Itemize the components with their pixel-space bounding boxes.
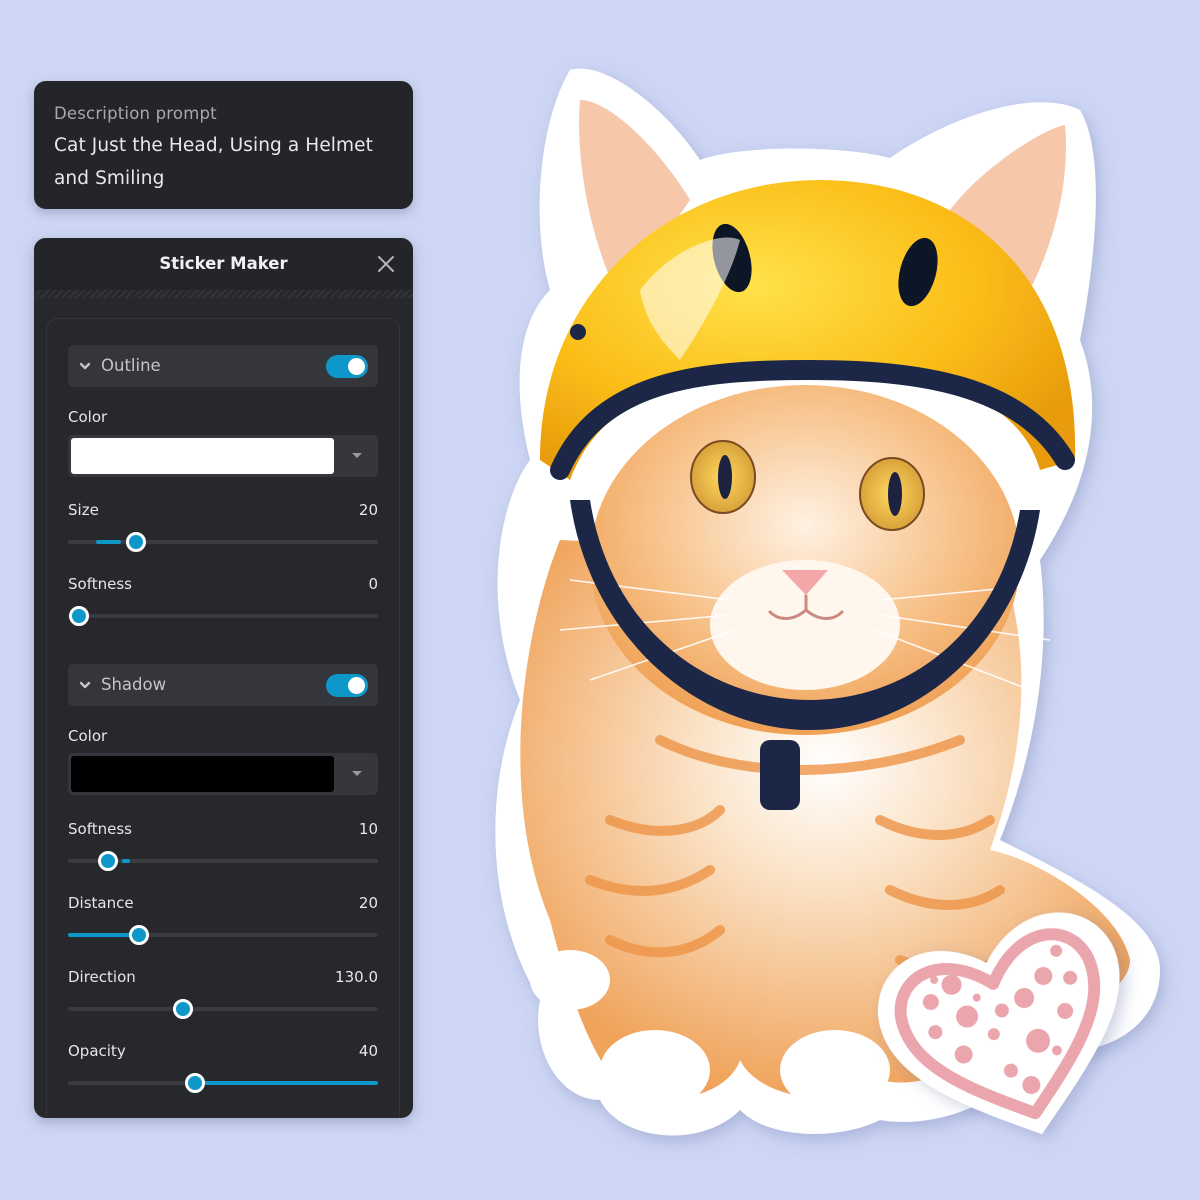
cat-right-paw	[780, 1030, 890, 1110]
outline-color-picker[interactable]	[68, 435, 378, 477]
close-icon	[378, 256, 394, 272]
slider-fill	[204, 1081, 378, 1085]
prompt-label: Description prompt	[54, 104, 217, 123]
slider-thumb[interactable]	[172, 999, 193, 1019]
outline-color-swatch	[71, 438, 334, 474]
shadow-direction-slider[interactable]	[68, 999, 378, 1019]
shadow-distance-label: Distance	[68, 894, 134, 912]
slider-fill	[68, 933, 134, 937]
shadow-opacity-label: Opacity	[68, 1042, 126, 1060]
outline-section-label: Outline	[101, 356, 161, 375]
shadow-toggle[interactable]	[326, 674, 368, 697]
helmet-rivet	[570, 324, 586, 340]
shadow-softness-value: 10	[358, 820, 378, 838]
shadow-color-swatch	[71, 756, 334, 792]
shadow-color-label: Color	[68, 727, 108, 745]
outline-toggle[interactable]	[326, 355, 368, 378]
sticker-preview[interactable]	[440, 40, 1200, 1160]
toggle-knob	[348, 358, 365, 375]
slider-thumb[interactable]	[68, 606, 89, 626]
toggle-knob	[348, 677, 365, 694]
shadow-section-header[interactable]: Shadow	[68, 664, 378, 706]
shadow-distance-slider[interactable]	[68, 925, 378, 945]
shadow-color-picker[interactable]	[68, 753, 378, 795]
slider-thumb[interactable]	[126, 532, 147, 552]
shadow-softness-label: Softness	[68, 820, 132, 838]
cat-side-paw	[530, 950, 610, 1010]
outline-section-header[interactable]: Outline	[68, 345, 378, 387]
shadow-opacity-slider[interactable]	[68, 1073, 378, 1093]
outline-size-value: 20	[358, 501, 378, 519]
sticker-maker-panel: Sticker Maker Outline Color Size 20 Soft…	[34, 238, 413, 1118]
shadow-softness-slider[interactable]	[68, 851, 378, 871]
cat-left-paw	[600, 1030, 710, 1110]
slider-thumb[interactable]	[185, 1073, 206, 1093]
outline-softness-label: Softness	[68, 575, 132, 593]
shadow-section-label: Shadow	[101, 675, 167, 694]
description-prompt-card: Description prompt Cat Just the Head, Us…	[34, 81, 413, 209]
slider-thumb[interactable]	[98, 851, 119, 871]
outline-size-slider[interactable]	[68, 532, 378, 552]
shadow-direction-label: Direction	[68, 968, 136, 986]
slider-thumb[interactable]	[129, 925, 150, 945]
caret-down-icon	[352, 771, 362, 776]
shadow-opacity-value: 40	[358, 1042, 378, 1060]
outline-softness-slider[interactable]	[68, 606, 378, 626]
slider-track	[68, 614, 378, 618]
outline-color-label: Color	[68, 408, 108, 426]
outline-softness-value: 0	[368, 575, 378, 593]
slider-fill	[122, 859, 130, 863]
prompt-text-line-1: Cat Just the Head, Using a Helmet	[54, 135, 373, 156]
header-divider	[34, 290, 413, 298]
helmet-buckle	[760, 740, 800, 810]
cat-left-pupil	[718, 455, 732, 499]
chevron-down-icon	[79, 362, 91, 370]
cat-right-pupil	[888, 472, 902, 516]
prompt-text: Cat Just the Head, Using a Helmet and Sm…	[54, 129, 393, 195]
prompt-text-line-2: and Smiling	[54, 168, 165, 189]
shadow-direction-value: 130.0	[335, 968, 378, 986]
shadow-distance-value: 20	[358, 894, 378, 912]
slider-track	[68, 1007, 378, 1011]
slider-fill	[95, 540, 121, 544]
chevron-down-icon	[79, 681, 91, 689]
panel-title: Sticker Maker	[159, 254, 288, 273]
outline-size-label: Size	[68, 501, 99, 519]
caret-down-icon	[352, 453, 362, 458]
close-button[interactable]	[375, 253, 397, 275]
panel-header: Sticker Maker	[34, 238, 413, 290]
